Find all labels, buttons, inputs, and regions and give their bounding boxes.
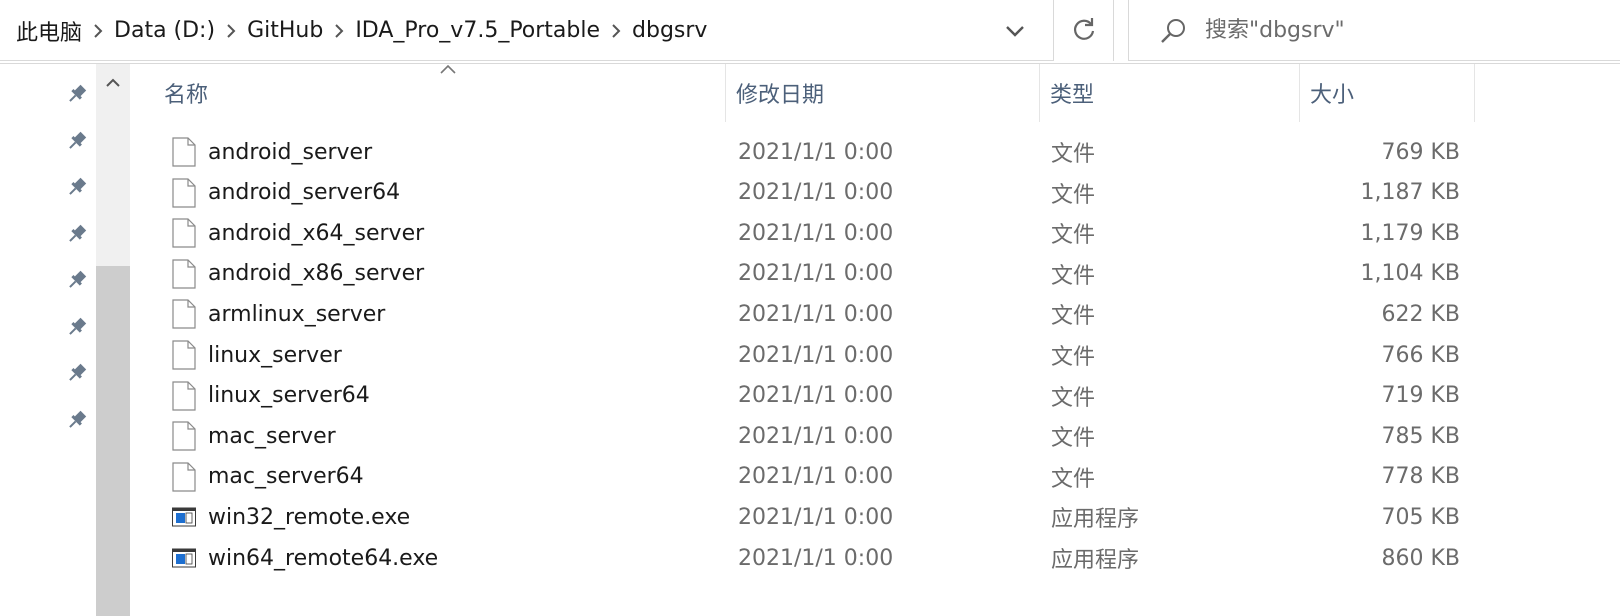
file-type: 应用程序 [1051,548,1140,573]
breadcrumb: 此电脑 Data (D:) GitHub IDA_Pro_v7.5_Portab… [14,0,709,61]
file-row[interactable]: android_server64 2021/1/1 0:00 文件 1,187 KB [130,173,1490,213]
file-type: 文件 [1051,304,1096,330]
breadcrumb-item[interactable]: dbgsrv [630,18,709,43]
chevron-down-icon[interactable] [1000,16,1030,46]
search-input[interactable] [1205,12,1605,48]
file-size: 719 KB [1381,383,1460,409]
chevron-right-icon[interactable] [84,23,112,38]
file-date: 2021/1/1 0:00 [738,423,894,449]
file-size: 1,179 KB [1360,220,1461,246]
sort-up-icon [440,64,456,74]
file-row[interactable]: android_server 2021/1/1 0:00 文件 769 KB [130,132,1490,172]
file-icon [172,299,196,329]
file-name: android_server64 [208,180,401,206]
refresh-icon [1073,17,1094,40]
file-icon [172,380,196,411]
file-size: 622 KB [1381,301,1460,327]
file-row[interactable]: linux_server64 2021/1/1 0:00 文件 719 KB [130,376,1490,416]
file-date: 2021/1/1 0:00 [738,342,894,368]
file-name: armlinux_server [208,301,386,327]
file-date: 2021/1/1 0:00 [738,301,894,327]
file-icon [172,218,196,248]
file-name: android_x86_server [208,261,425,287]
file-date: 2021/1/1 0:00 [738,261,894,287]
file-row[interactable]: win32_remote.exe 2021/1/1 0:00 应用程序 705 KB [130,497,1490,537]
file-size: 778 KB [1381,464,1460,490]
file-date: 2021/1/1 0:00 [738,464,894,490]
exe-icon [172,507,196,527]
breadcrumb-item[interactable]: Data (D:) [112,18,217,43]
column-header-size[interactable]: 大小 [1300,64,1475,122]
chevron-right-icon[interactable] [602,23,630,38]
file-row[interactable]: mac_server 2021/1/1 0:00 文件 785 KB [130,416,1490,456]
file-name: linux_server64 [208,383,370,409]
file-type: 文件 [1051,345,1096,370]
file-icon [172,137,196,167]
file-icon [172,421,196,451]
file-size: 1,104 KB [1360,261,1461,287]
pin-icon[interactable] [66,176,88,198]
address-bar[interactable]: 此电脑 Data (D:) GitHub IDA_Pro_v7.5_Portab… [0,0,1054,61]
pin-icon[interactable] [66,223,88,245]
file-date: 2021/1/1 0:00 [738,180,894,206]
column-headers: 名称 修改日期 类型 大小 [130,64,1620,122]
file-date: 2021/1/1 0:00 [738,545,894,571]
file-row[interactable]: win64_remote64.exe 2021/1/1 0:00 应用程序 860 K… [130,538,1490,578]
file-date: 2021/1/1 0:00 [738,383,894,409]
file-date: 2021/1/1 0:00 [738,139,894,165]
file-size: 1,187 KB [1360,180,1461,206]
breadcrumb-item[interactable]: IDA_Pro_v7.5_Portable [353,18,602,43]
file-name: android_server [208,139,373,165]
file-icon [172,177,196,208]
file-name: mac_server [208,423,336,449]
scroll-up-arrow-icon[interactable] [96,78,130,100]
file-name: mac_server64 [208,464,364,490]
file-size: 705 KB [1381,504,1460,530]
file-date: 2021/1/1 0:00 [738,504,894,530]
scrollbar-thumb[interactable] [96,266,130,616]
file-type: 文件 [1051,385,1096,411]
search-box [1128,0,1620,61]
file-name: linux_server [208,342,342,368]
breadcrumb-item[interactable]: GitHub [245,18,325,43]
refresh-button[interactable] [1054,0,1114,61]
file-type: 文件 [1051,182,1096,208]
file-type: 文件 [1051,426,1096,452]
exe-icon [172,548,196,568]
file-name: win64_remote64.exe [208,545,439,571]
pin-icon[interactable] [66,83,88,105]
pin-icon[interactable] [66,269,88,291]
file-name: win32_remote.exe [208,504,411,530]
pin-icon[interactable] [66,130,88,152]
file-type: 应用程序 [1051,507,1140,533]
pin-icon[interactable] [66,409,88,431]
file-row[interactable]: mac_server64 2021/1/1 0:00 文件 778 KB [130,457,1490,497]
file-date: 2021/1/1 0:00 [738,220,894,246]
file-icon [172,340,196,370]
file-type: 文件 [1051,263,1096,289]
search-icon [1161,19,1185,43]
file-icon [172,462,196,492]
file-name: android_x64_server [208,220,425,246]
file-icon [172,259,196,289]
file-size: 785 KB [1381,423,1460,449]
pin-icon[interactable] [66,362,88,384]
breadcrumb-item[interactable]: 此电脑 [14,15,84,47]
file-row[interactable]: linux_server 2021/1/1 0:00 文件 766 KB [130,335,1490,375]
toolbar: 此电脑 Data (D:) GitHub IDA_Pro_v7.5_Portab… [0,0,1620,64]
pin-icon[interactable] [66,316,88,338]
chevron-right-icon[interactable] [217,23,245,38]
file-row[interactable]: armlinux_server 2021/1/1 0:00 文件 622 KB [130,294,1490,334]
column-header-type[interactable]: 类型 [1040,64,1300,122]
file-type: 文件 [1051,142,1096,167]
column-header-date[interactable]: 修改日期 [726,64,1040,122]
file-row[interactable]: android_x86_server 2021/1/1 0:00 文件 1,104 K… [130,254,1490,294]
file-type: 文件 [1051,466,1096,492]
chevron-right-icon[interactable] [325,23,353,38]
file-size: 769 KB [1381,139,1460,165]
file-row[interactable]: android_x64_server 2021/1/1 0:00 文件 1,179 K… [130,213,1490,253]
file-size: 766 KB [1381,342,1460,368]
file-size: 860 KB [1381,545,1460,571]
file-type: 文件 [1051,223,1096,249]
